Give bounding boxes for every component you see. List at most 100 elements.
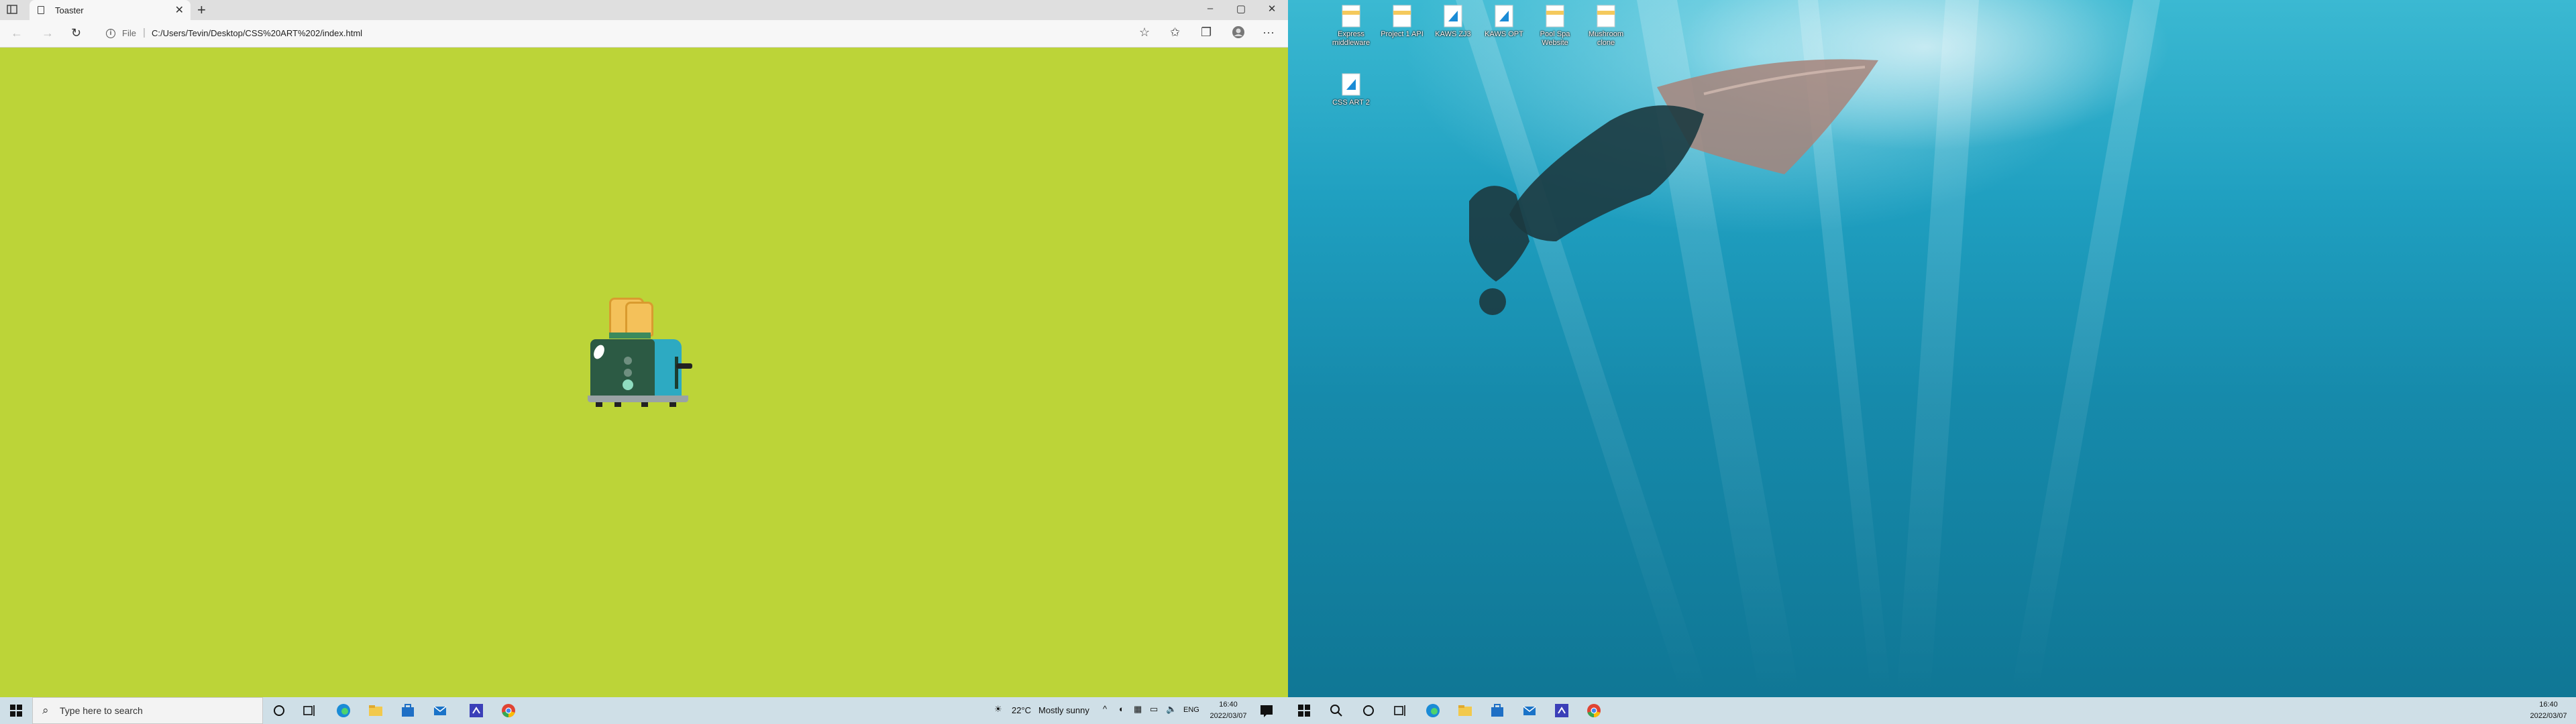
battery-icon[interactable]: ▭ xyxy=(1150,704,1158,715)
forward-icon[interactable]: → xyxy=(42,26,54,40)
desktop-icon-label: KAWS ZJ3 xyxy=(1435,30,1471,38)
toaster-foot-mid2 xyxy=(641,402,648,407)
toaster-lever xyxy=(676,363,692,369)
desktop-icon-label: Project 1 API xyxy=(1381,30,1424,38)
clock[interactable]: 16:40 2022/03/07 xyxy=(2526,699,2571,722)
favorites-icon[interactable]: ✩ xyxy=(1170,25,1180,40)
vscode-file-icon xyxy=(1494,4,1514,28)
new-tab-button[interactable]: + xyxy=(197,1,206,19)
toaster-slot xyxy=(609,333,651,339)
back-icon[interactable]: ← xyxy=(11,26,23,40)
weather-icon[interactable]: ☀ xyxy=(994,704,1002,715)
edge-icon[interactable] xyxy=(1425,703,1441,719)
diver-wallpaper xyxy=(1469,59,1878,315)
right-monitor-desktop: Express middleware Project 1 API KAWS ZJ… xyxy=(1288,0,2576,724)
volume-icon[interactable]: 🔈 xyxy=(1166,704,1177,715)
file-explorer-icon[interactable] xyxy=(1457,703,1473,719)
search-icon: ⌕ xyxy=(42,704,49,717)
maximize-button[interactable]: ▢ xyxy=(1229,3,1253,15)
desktop-icon-label: CSS ART 2 xyxy=(1332,99,1370,107)
desktop-icon-label: KAWS OPT xyxy=(1485,30,1523,38)
edge-icon[interactable] xyxy=(335,703,352,719)
mail-icon[interactable] xyxy=(432,703,448,719)
show-hidden-icons[interactable]: ^ xyxy=(1103,704,1107,714)
toast-slice-front xyxy=(625,302,653,337)
clock-time: 16:40 xyxy=(1219,701,1238,709)
taskbar-left: ⌕ Type here to search ☀ 22°C Mostly sunn xyxy=(0,697,1288,724)
light-ray xyxy=(2010,0,2160,697)
collections-icon[interactable]: ❐ xyxy=(1201,25,1212,40)
file-icon xyxy=(1596,4,1616,28)
store-icon[interactable] xyxy=(1489,703,1505,719)
notifications-icon[interactable] xyxy=(1258,703,1275,719)
url-input[interactable]: C:/Users/Tevin/Desktop/CSS%20ART%202/ind… xyxy=(152,28,362,38)
toaster-foot-left xyxy=(596,402,602,407)
task-view-icon[interactable] xyxy=(1393,703,1409,719)
toaster-dial-1 xyxy=(624,357,632,365)
desktop-icon-mushroom-clone[interactable]: Mushroom clone xyxy=(1582,4,1630,48)
file-icon xyxy=(1545,4,1565,28)
info-icon[interactable]: i xyxy=(106,29,115,38)
profile-avatar-icon[interactable] xyxy=(1232,25,1245,42)
desktop-icon-label: Mushroom clone xyxy=(1589,30,1623,47)
weather-temp[interactable]: 22°C xyxy=(1012,705,1031,715)
toaster-art xyxy=(588,298,695,412)
browser-tab-strip: Toaster ✕ + – ▢ ✕ xyxy=(0,0,1288,20)
cortana-icon[interactable] xyxy=(1360,703,1377,719)
page-icon xyxy=(38,6,44,14)
clock-time: 16:40 xyxy=(2539,701,2558,709)
address-bar: ← → ↻ i File | C:/Users/Tevin/Desktop/CS… xyxy=(0,20,1288,48)
tab-actions-icon[interactable] xyxy=(7,5,17,14)
windows-start-icon[interactable] xyxy=(1296,703,1312,719)
left-monitor: Toaster ✕ + – ▢ ✕ ← → ↻ i File | C:/User… xyxy=(0,0,1288,724)
desktop-icon-pool-spa-website[interactable]: Pool Spa Website xyxy=(1531,4,1579,48)
search-icon[interactable] xyxy=(1328,703,1344,719)
language-indicator[interactable]: ENG xyxy=(1183,706,1199,714)
code-icon[interactable] xyxy=(468,703,484,719)
desktop-icon-label: Express middleware xyxy=(1332,30,1371,47)
desktop-icon-kaws-opt[interactable]: KAWS OPT xyxy=(1480,4,1528,39)
windows-start-icon[interactable] xyxy=(8,703,24,719)
taskbar-right: 16:40 2022/03/07 xyxy=(1288,697,2576,724)
desktop-icon-project-1-api[interactable]: Project 1 API xyxy=(1378,4,1426,39)
code-icon[interactable] xyxy=(1554,703,1570,719)
file-icon xyxy=(1341,4,1361,28)
vscode-file-icon xyxy=(1341,72,1361,97)
chrome-icon[interactable] xyxy=(1586,703,1602,719)
close-window-button[interactable]: ✕ xyxy=(1260,3,1284,15)
refresh-icon[interactable]: ↻ xyxy=(71,26,81,40)
minimize-button[interactable]: – xyxy=(1198,3,1222,14)
clock-date: 2022/03/07 xyxy=(2530,712,2567,720)
file-icon xyxy=(1392,4,1412,28)
store-icon[interactable] xyxy=(400,703,416,719)
mail-icon[interactable] xyxy=(1521,703,1538,719)
clock-date: 2022/03/07 xyxy=(1210,712,1247,720)
desktop-icon-kaws-zj3[interactable]: KAWS ZJ3 xyxy=(1429,4,1477,39)
task-view-icon[interactable] xyxy=(302,703,318,719)
toaster-lever-rod xyxy=(675,357,678,389)
toaster-base xyxy=(588,396,688,402)
weather-desc[interactable]: Mostly sunny xyxy=(1038,705,1089,715)
tab-title: Toaster xyxy=(55,5,84,15)
search-placeholder: Type here to search xyxy=(60,705,143,716)
clock[interactable]: 16:40 2022/03/07 xyxy=(1208,699,1249,722)
more-options-icon[interactable]: ··· xyxy=(1263,25,1275,40)
toaster-foot-mid xyxy=(614,402,621,407)
toaster-foot-right xyxy=(669,402,676,407)
tray-app-icon[interactable]: ◐ xyxy=(1119,704,1124,714)
cortana-icon[interactable] xyxy=(271,703,287,719)
vscode-file-icon xyxy=(1443,4,1463,28)
network-icon[interactable]: ▦ xyxy=(1134,704,1142,715)
url-separator: | xyxy=(143,27,146,38)
add-favorite-icon[interactable]: ☆ xyxy=(1139,25,1150,40)
toaster-dial-2 xyxy=(624,369,632,377)
close-tab-icon[interactable]: ✕ xyxy=(175,3,184,17)
toaster-dial-3 xyxy=(623,379,633,390)
desktop-icon-label: Pool Spa Website xyxy=(1540,30,1570,47)
file-explorer-icon[interactable] xyxy=(368,703,384,719)
desktop-icon-express-middleware[interactable]: Express middleware xyxy=(1327,4,1375,48)
desktop-icon-css-art-2[interactable]: CSS ART 2 xyxy=(1327,72,1375,107)
taskbar-search-box[interactable]: ⌕ Type here to search xyxy=(32,697,263,724)
chrome-icon[interactable] xyxy=(500,703,517,719)
browser-tab-toaster[interactable]: Toaster ✕ xyxy=(30,0,191,20)
